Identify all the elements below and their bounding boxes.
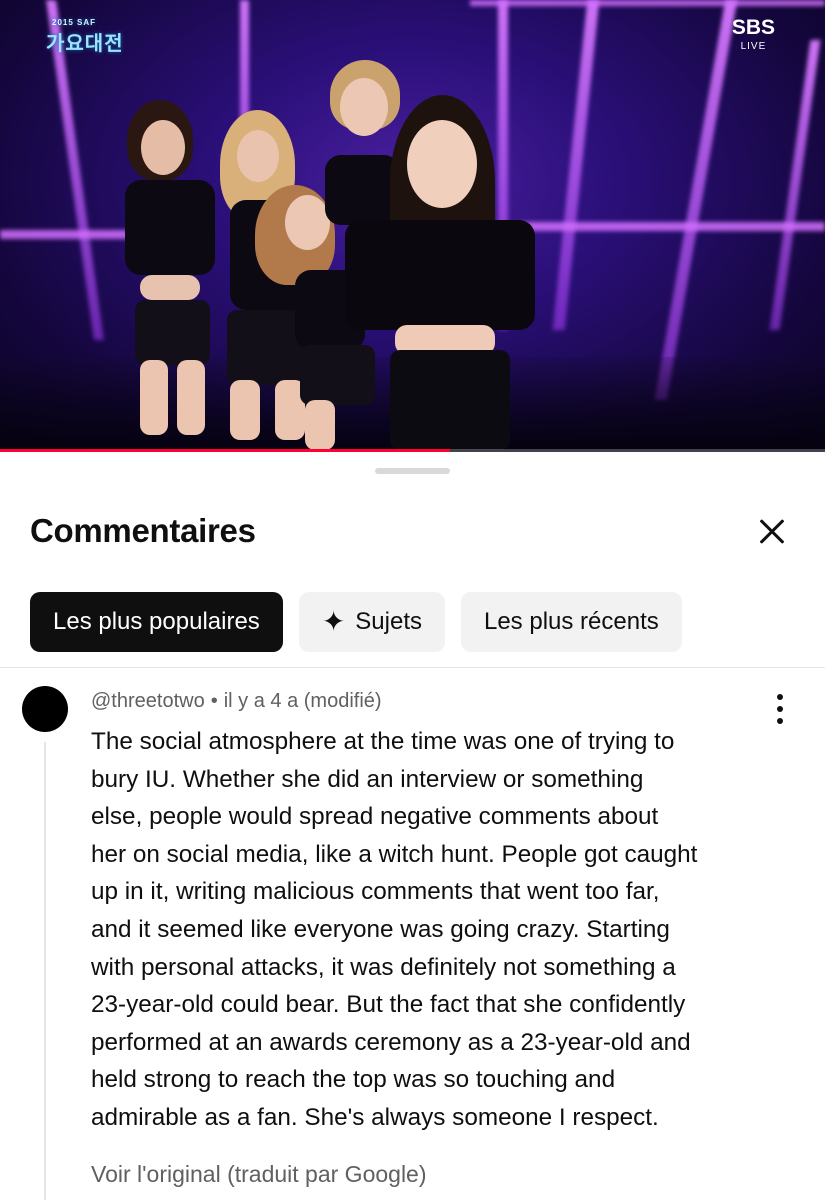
drag-handle[interactable]: [375, 468, 450, 474]
comment-text: The social atmosphere at the time was on…: [91, 723, 791, 1137]
dancer: [335, 95, 545, 450]
stage-light: [769, 40, 821, 330]
avatar[interactable]: [22, 686, 68, 732]
comment-author[interactable]: @threetotwo: [91, 690, 205, 712]
comment-time: il y a 4 a (modifié): [223, 690, 382, 712]
show-logo: 2015 SAF 가요대전: [46, 18, 124, 55]
sheet-title: Commentaires: [30, 512, 256, 549]
meta-separator: •: [210, 690, 218, 712]
stage-light: [552, 0, 600, 330]
comment-line: The social atmosphere at the time was on…: [91, 728, 675, 755]
comment-line: held strong to reach the top was so touc…: [91, 1066, 616, 1094]
chip-topics[interactable]: ✦ Sujets: [298, 592, 445, 652]
stage-light: [520, 222, 825, 231]
video-player[interactable]: 2015 SAF 가요대전 SBS LIVE: [0, 0, 825, 452]
thread-line: [44, 742, 46, 1200]
more-options-icon[interactable]: [768, 692, 792, 726]
comment-line: 23-year-old could bear. But the fact tha…: [91, 991, 686, 1019]
see-original-link[interactable]: Voir l'original (traduit par Google): [91, 1161, 427, 1188]
comment-line: else, people would spread negative comme…: [91, 803, 659, 831]
broadcaster-logo: SBS LIVE: [731, 16, 775, 52]
comment-line: her on social media, like a witch hunt. …: [91, 840, 698, 868]
sparkle-icon: ✦: [321, 606, 346, 637]
comment-line: admirable as a fan. She's always someone…: [91, 1103, 659, 1131]
comment-meta: @threetotwo • il y a 4 a (modifié): [91, 690, 382, 713]
comment-line: and it seemed like everyone was going cr…: [91, 915, 670, 943]
close-icon[interactable]: [752, 512, 792, 552]
chip-most-recent[interactable]: Les plus récents: [460, 592, 682, 652]
chip-most-popular[interactable]: Les plus populaires: [30, 592, 283, 652]
comment-line: bury IU. Whether she did an interview or…: [91, 765, 644, 793]
filter-chips: Les plus populaires ✦ Sujets Les plus ré…: [30, 592, 682, 652]
stage-light: [654, 0, 738, 400]
comments-sheet: Commentaires Les plus populaires ✦ Sujet…: [0, 452, 825, 1200]
comment-line: with personal attacks, it was definitely…: [91, 953, 676, 981]
divider: [0, 667, 825, 668]
stage-light: [470, 0, 825, 6]
comment-line: performed at an awards ceremony as a 23-…: [91, 1028, 691, 1056]
comment-line: up in it, writing malicious comments tha…: [91, 878, 660, 906]
